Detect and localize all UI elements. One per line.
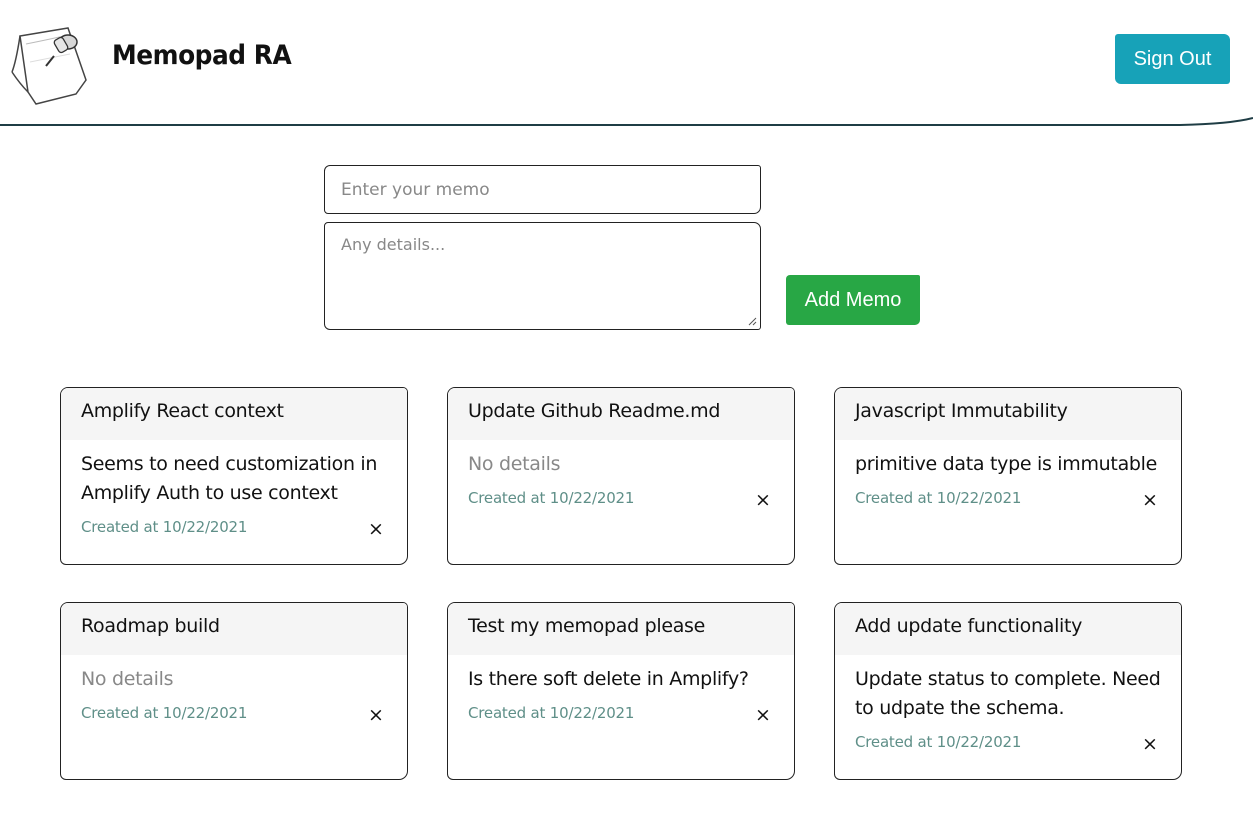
memo-card: Javascript Immutability primitive data t…: [834, 387, 1182, 565]
memo-title: Test my memopad please: [448, 603, 794, 655]
delete-memo-icon[interactable]: ×: [367, 706, 385, 725]
memo-footer: Created at 10/22/2021 ×: [835, 733, 1181, 759]
delete-memo-icon[interactable]: ×: [754, 706, 772, 725]
memo-title: Add update functionality: [835, 603, 1181, 655]
add-memo-button[interactable]: Add Memo: [786, 275, 920, 325]
delete-memo-icon[interactable]: ×: [367, 520, 385, 539]
memo-created-date: Created at 10/22/2021: [855, 733, 1022, 751]
memo-details: No details: [468, 453, 561, 475]
memo-card: Add update functionality Update status t…: [834, 602, 1182, 780]
memo-title: Javascript Immutability: [835, 388, 1181, 440]
details-textarea[interactable]: Any details...: [324, 222, 761, 330]
app-title: Memopad RA: [112, 40, 292, 71]
memo-card: Test my memopad please Is there soft del…: [447, 602, 795, 780]
memo-details: Update status to complete. Need to udpat…: [855, 668, 1161, 719]
memo-title: Update Github Readme.md: [448, 388, 794, 440]
delete-memo-icon[interactable]: ×: [1141, 735, 1159, 754]
memo-created-date: Created at 10/22/2021: [468, 489, 635, 507]
memo-details: No details: [81, 668, 174, 690]
memo-footer: Created at 10/22/2021 ×: [448, 489, 794, 515]
memo-footer: Created at 10/22/2021 ×: [61, 518, 407, 544]
details-placeholder: Any details...: [341, 235, 446, 254]
app-header: Memopad RA Sign Out: [0, 0, 1253, 128]
memo-details: Seems to need customization in Amplify A…: [81, 453, 378, 504]
memo-created-date: Created at 10/22/2021: [468, 704, 635, 722]
memo-footer: Created at 10/22/2021 ×: [448, 704, 794, 730]
memo-details: primitive data type is immutable: [855, 453, 1158, 475]
memo-created-date: Created at 10/22/2021: [81, 518, 248, 536]
memo-card: Update Github Readme.md No details Creat…: [447, 387, 795, 565]
memo-created-date: Created at 10/22/2021: [81, 704, 248, 722]
delete-memo-icon[interactable]: ×: [754, 491, 772, 510]
memo-card: Amplify React context Seems to need cust…: [60, 387, 408, 565]
header-divider: [0, 117, 1253, 126]
memo-footer: Created at 10/22/2021 ×: [61, 704, 407, 730]
sign-out-button[interactable]: Sign Out: [1115, 34, 1230, 84]
memo-footer: Created at 10/22/2021 ×: [835, 489, 1181, 515]
resize-handle-icon[interactable]: [747, 316, 757, 326]
memo-title: Roadmap build: [61, 603, 407, 655]
memo-input[interactable]: Enter your memo: [324, 165, 761, 214]
delete-memo-icon[interactable]: ×: [1141, 491, 1159, 510]
memo-created-date: Created at 10/22/2021: [855, 489, 1022, 507]
memo-card: Roadmap build No details Created at 10/2…: [60, 602, 408, 780]
memo-details: Is there soft delete in Amplify?: [468, 668, 749, 690]
memo-title: Amplify React context: [61, 388, 407, 440]
pinned-note-icon: [11, 27, 87, 105]
